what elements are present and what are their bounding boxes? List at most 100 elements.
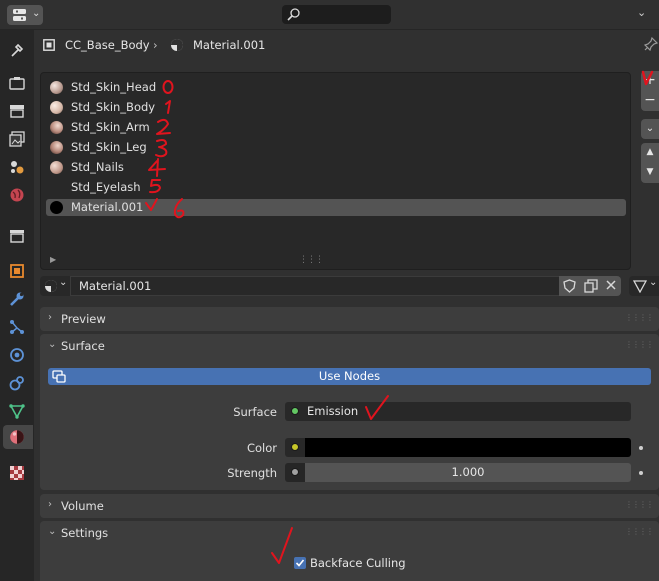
constraints-icon (9, 376, 24, 391)
chevron-down-icon: ⌄ (649, 277, 658, 288)
list-item[interactable]: Std_Skin_Body (46, 99, 626, 116)
slot-specials-menu[interactable]: ⌄ (641, 119, 659, 139)
move-slot-down-button[interactable]: ▼ (641, 163, 659, 183)
tab-material[interactable] (3, 425, 33, 449)
tab-collection[interactable] (5, 224, 29, 248)
tab-view-layer[interactable] (5, 127, 29, 151)
material-icon (10, 430, 24, 444)
top-header: ⌄ ⌄ (0, 0, 659, 30)
shield-icon (563, 279, 576, 293)
editor-type-dropdown[interactable]: ⌄ (7, 5, 43, 25)
panel-title: Surface (61, 339, 105, 353)
move-slot-up-button[interactable]: ▲ (641, 143, 659, 163)
material-name-field[interactable]: Material.001 (70, 276, 560, 296)
use-nodes-label: Use Nodes (318, 369, 381, 383)
strength-field[interactable]: 1.000 (305, 463, 631, 482)
add-slot-button[interactable]: + (641, 71, 659, 91)
drag-handle-icon[interactable]: ⋮⋮⋮⋮ (625, 313, 654, 322)
output-icon (10, 105, 24, 118)
world-icon (10, 188, 24, 202)
color-label: Color (246, 441, 277, 455)
surface-value: Emission (307, 404, 359, 418)
header-collapse-icon[interactable]: ⌄ (637, 6, 646, 19)
chevron-right-icon: › (48, 312, 52, 323)
tab-modifiers[interactable] (5, 287, 29, 311)
wrench-icon (10, 292, 24, 306)
panel-volume-header[interactable]: › Volume ⋮⋮⋮⋮ (40, 494, 659, 518)
shader-socket-icon (291, 407, 299, 415)
duplicate-material-button[interactable] (580, 276, 601, 296)
slot-name: Std_Skin_Arm (71, 120, 150, 134)
tab-output[interactable] (5, 99, 29, 123)
tab-object[interactable] (5, 259, 29, 283)
list-item[interactable]: Std_Eyelash (46, 179, 626, 196)
backface-culling-checkbox[interactable] (294, 557, 306, 569)
slot-name: Std_Nails (71, 160, 124, 174)
scene-icon (11, 161, 24, 174)
tab-data[interactable] (5, 399, 29, 423)
mesh-data-icon (633, 280, 647, 293)
color-socket-button[interactable] (285, 438, 305, 457)
list-item[interactable]: Std_Skin_Head (46, 79, 626, 96)
tab-tool[interactable] (5, 38, 29, 62)
particles-icon (10, 320, 24, 334)
use-nodes-button[interactable]: Use Nodes (48, 368, 651, 385)
material-icon (45, 280, 57, 292)
fake-user-button[interactable] (559, 276, 580, 296)
breadcrumb-material: Material.001 (193, 38, 266, 52)
tab-particles[interactable] (5, 315, 29, 339)
search-input[interactable] (282, 5, 391, 24)
drag-handle-icon[interactable]: ⋮⋮⋮⋮ (625, 340, 654, 349)
node-tree-icon (52, 370, 66, 383)
view-layer-icon (9, 131, 25, 147)
material-preview-icon (50, 161, 63, 174)
panel-preview-header[interactable]: › Preview ⋮⋮⋮⋮ (40, 307, 659, 331)
list-filter-toggle-icon[interactable]: ▶ (50, 255, 56, 264)
drag-handle-icon[interactable]: ⋮⋮⋮⋮ (625, 527, 654, 536)
list-item[interactable]: Std_Nails (46, 159, 626, 176)
search-icon (287, 8, 300, 21)
list-item[interactable]: Std_Skin_Leg (46, 139, 626, 156)
strength-socket-button[interactable] (285, 463, 305, 482)
material-slot-list[interactable]: Std_Skin_Head Std_Skin_Body Std_Skin_Arm… (40, 72, 631, 270)
tab-scene[interactable] (5, 155, 29, 179)
panel-settings-header[interactable]: ⌄ Settings ⋮⋮⋮⋮ (40, 521, 659, 545)
panel-title: Preview (61, 312, 106, 326)
list-resize-handle[interactable]: ⋮⋮⋮ (299, 255, 324, 265)
tab-world[interactable] (5, 183, 29, 207)
material-preview-icon (50, 201, 63, 214)
panel-title: Settings (61, 526, 109, 540)
breadcrumb: CC_Base_Body › Material.001 (34, 30, 659, 60)
panel-title: Volume (61, 499, 104, 513)
panel-surface-header[interactable]: ⌄ Surface ⋮⋮⋮⋮ (40, 334, 659, 358)
unlink-material-button[interactable] (601, 276, 621, 296)
render-icon (9, 77, 25, 90)
tab-render[interactable] (5, 71, 29, 95)
keyframe-dot-icon[interactable] (639, 471, 643, 475)
drag-handle-icon[interactable]: ⋮⋮⋮⋮ (625, 500, 654, 509)
list-item-selected[interactable]: Material.001 (46, 199, 626, 216)
remove-slot-button[interactable]: − (641, 91, 659, 111)
tab-constraints[interactable] (5, 371, 29, 395)
link-type-dropdown[interactable]: ⌄ (629, 276, 659, 296)
close-icon (606, 280, 616, 290)
color-swatch[interactable] (305, 438, 631, 457)
chevron-down-icon: ⌄ (48, 339, 57, 350)
tab-texture[interactable] (5, 461, 29, 485)
list-item[interactable]: Std_Skin_Arm (46, 119, 626, 136)
slot-name: Std_Eyelash (71, 180, 141, 194)
color-socket-icon (291, 443, 299, 451)
properties-tab-strip (0, 30, 34, 581)
surface-shader-selector[interactable]: Emission (285, 402, 631, 421)
object-data-icon (43, 39, 55, 51)
material-name: Material.001 (79, 279, 152, 293)
chevron-down-icon: ⌄ (59, 277, 68, 288)
browse-material-button[interactable]: ⌄ (40, 276, 70, 296)
strength-label: Strength (227, 466, 277, 480)
texture-icon (10, 466, 24, 480)
material-preview-icon (50, 81, 63, 94)
keyframe-dot-icon[interactable] (639, 446, 643, 450)
strength-value: 1.000 (451, 465, 485, 479)
pin-icon[interactable] (644, 37, 658, 51)
tab-physics[interactable] (5, 343, 29, 367)
